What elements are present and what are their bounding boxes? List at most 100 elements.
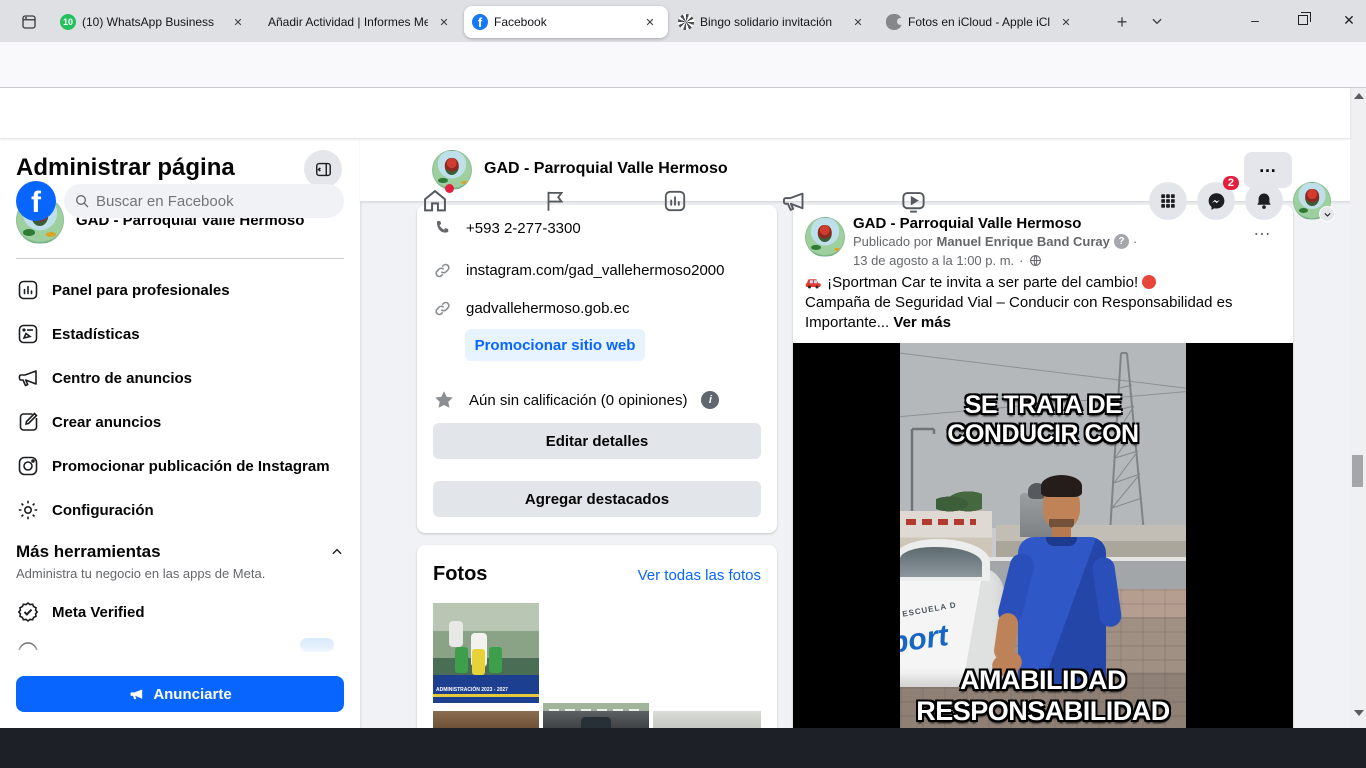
info-icon[interactable]: i xyxy=(701,391,719,409)
close-icon[interactable]: ✕ xyxy=(640,12,660,32)
gear-icon xyxy=(16,498,40,522)
photos-title: Fotos xyxy=(433,563,487,586)
browser-tab-strip: 10 (10) WhatsApp Business ✕ Añadir Activ… xyxy=(0,0,1366,42)
dot-separator: · xyxy=(1019,253,1023,268)
sidebar-item-create-ads[interactable]: Crear anuncios xyxy=(8,400,352,444)
see-all-photos-link[interactable]: Ver todas las fotos xyxy=(638,567,761,584)
collapse-panel-icon xyxy=(314,160,333,179)
advertise-button[interactable]: Anunciarte xyxy=(16,676,344,712)
photo-thumb-4[interactable] xyxy=(433,711,539,728)
post-text-line1: ¡Sportman Car te invita a ser parte del … xyxy=(827,274,1138,291)
sidebar-item-label: Crear anuncios xyxy=(52,414,161,431)
tab-title: (10) WhatsApp Business xyxy=(82,15,222,29)
window-restore-button[interactable] xyxy=(1286,0,1320,40)
sidebar-item-panel[interactable]: Panel para profesionales xyxy=(8,268,352,312)
post-date[interactable]: 13 de agosto a la 1:00 p. m. xyxy=(853,253,1014,268)
video-player-icon xyxy=(900,188,927,215)
tab-informes[interactable]: Añadir Actividad | Informes Mens ✕ xyxy=(258,6,462,38)
facebook-search[interactable] xyxy=(64,184,344,218)
tab-title: Facebook xyxy=(494,15,634,29)
window-minimize-button[interactable]: – xyxy=(1238,0,1272,40)
notifications-button[interactable] xyxy=(1245,182,1283,220)
bell-icon xyxy=(1254,191,1274,211)
home-alert-dot xyxy=(445,184,454,193)
scrollbar-thumb[interactable] xyxy=(1352,455,1363,487)
instagram-link[interactable]: instagram.com/gad_vallehermoso2000 xyxy=(466,262,724,279)
sidebar-item-insights[interactable]: Estadísticas xyxy=(8,312,352,356)
messenger-icon xyxy=(1206,191,1227,212)
megaphone-icon xyxy=(16,366,40,390)
globe-icon xyxy=(1029,254,1042,267)
tab-bingo[interactable]: Bingo solidario invitación ✕ xyxy=(670,6,876,38)
post-author-avatar[interactable] xyxy=(805,217,845,257)
facebook-logo[interactable]: f xyxy=(16,181,56,221)
post-text: ¡Sportman Car te invita a ser parte del … xyxy=(805,273,1283,333)
photo-thumb-5[interactable] xyxy=(543,711,649,728)
sidebar-item-boost-instagram[interactable]: Promocionar publicación de Instagram xyxy=(8,444,352,488)
photo-thumb-6[interactable] xyxy=(653,711,761,728)
insights-doc-icon xyxy=(16,322,40,346)
person-figure xyxy=(471,633,487,667)
more-tools-header[interactable]: Más herramientas xyxy=(16,542,344,562)
tab-whatsapp[interactable]: 10 (10) WhatsApp Business ✕ xyxy=(52,6,256,38)
question-badge-icon[interactable]: ? xyxy=(1114,234,1129,249)
sidebar-item-label: Centro de anuncios xyxy=(52,370,192,387)
tab-facebook-active[interactable]: f Facebook ✕ xyxy=(464,6,668,38)
window-close-button[interactable]: ✕ xyxy=(1332,0,1366,40)
windows-taskbar: Ps Pr Muy húmedo ESP 15:12 4/9/2025 40 xyxy=(0,728,1366,768)
nav-ads[interactable] xyxy=(758,184,828,218)
sidebar-item-settings[interactable]: Configuración xyxy=(8,488,352,532)
tab-title: Añadir Actividad | Informes Mens xyxy=(268,15,428,29)
sidebar-item-label: Promocionar publicación de Instagram xyxy=(52,458,330,475)
nav-insights[interactable] xyxy=(640,184,710,218)
tab-icloud[interactable]: Fotos en iCloud - Apple iClou ✕ xyxy=(878,6,1084,38)
nav-home[interactable] xyxy=(400,184,470,218)
add-highlights-button[interactable]: Agregar destacados xyxy=(433,481,761,517)
flag-icon xyxy=(542,188,568,214)
post-video[interactable]: ESCUELA D port SE TRATA DE CONDUCIR CON xyxy=(793,343,1293,728)
manage-page-sidebar: Administrar página GAD - Parroquial Vall… xyxy=(0,138,360,728)
sidebar-item-ads-center[interactable]: Centro de anuncios xyxy=(8,356,352,400)
see-more-link[interactable]: Ver más xyxy=(893,314,951,331)
advertise-button-label: Anunciarte xyxy=(153,686,231,703)
nav-pages[interactable] xyxy=(520,184,590,218)
facebook-favicon: f xyxy=(472,14,488,30)
search-input[interactable] xyxy=(96,193,316,210)
thumb-caption: ADMINISTRACIÓN 2023 - 2027 xyxy=(436,687,508,693)
post-more-button[interactable]: … xyxy=(1253,219,1272,240)
edit-details-button[interactable]: Editar detalles xyxy=(433,423,761,459)
close-icon[interactable]: ✕ xyxy=(434,12,454,32)
post-byline: Publicado por Manuel Enrique Band Curay … xyxy=(853,234,1137,249)
page-scrollbar[interactable] xyxy=(1350,88,1366,728)
scroll-up-arrow[interactable] xyxy=(1354,93,1364,99)
chevron-down-icon xyxy=(1150,14,1164,28)
video-overlay-top: SE TRATA DE CONDUCIR CON xyxy=(900,391,1186,449)
photo-thumb-1[interactable]: ADMINISTRACIÓN 2023 - 2027 xyxy=(433,603,539,703)
promote-website-button[interactable]: Promocionar sitio web xyxy=(465,329,645,361)
close-icon[interactable]: ✕ xyxy=(228,12,248,32)
close-icon[interactable]: ✕ xyxy=(1056,12,1076,32)
profile-menu-button[interactable] xyxy=(1293,182,1331,220)
new-tab-button[interactable]: + xyxy=(1108,8,1136,36)
shop-signs xyxy=(906,519,976,525)
close-icon[interactable]: ✕ xyxy=(848,12,868,32)
sidebar-item-meta-verified[interactable]: Meta Verified xyxy=(8,590,352,634)
tab-list-button[interactable] xyxy=(14,8,44,36)
sidebar-title: Administrar página xyxy=(16,154,235,182)
facebook-header: f 2 xyxy=(0,88,1350,138)
sidebar-item-label: Configuración xyxy=(52,502,154,519)
red-circle-emoji xyxy=(1142,275,1156,289)
scroll-down-arrow[interactable] xyxy=(1354,710,1364,716)
apps-menu-button[interactable] xyxy=(1149,182,1187,220)
photos-card: Fotos Ver todas las fotos ADMINISTRACIÓN… xyxy=(417,545,777,728)
nav-video[interactable] xyxy=(878,184,948,218)
link-icon xyxy=(433,261,452,280)
messenger-button[interactable]: 2 xyxy=(1197,182,1235,220)
browser-toolbar: ← → ↻ www.facebook.com/profile.php?id=10… xyxy=(0,42,1366,88)
collapse-sidebar-button[interactable] xyxy=(304,150,342,188)
stripe xyxy=(433,694,539,697)
professional-dashboard-icon xyxy=(16,278,40,302)
publisher-name[interactable]: Manuel Enrique Band Curay xyxy=(937,234,1110,249)
tab-dropdown-button[interactable] xyxy=(1150,14,1164,28)
website-link[interactable]: gadvallehermoso.gob.ec xyxy=(466,300,629,317)
